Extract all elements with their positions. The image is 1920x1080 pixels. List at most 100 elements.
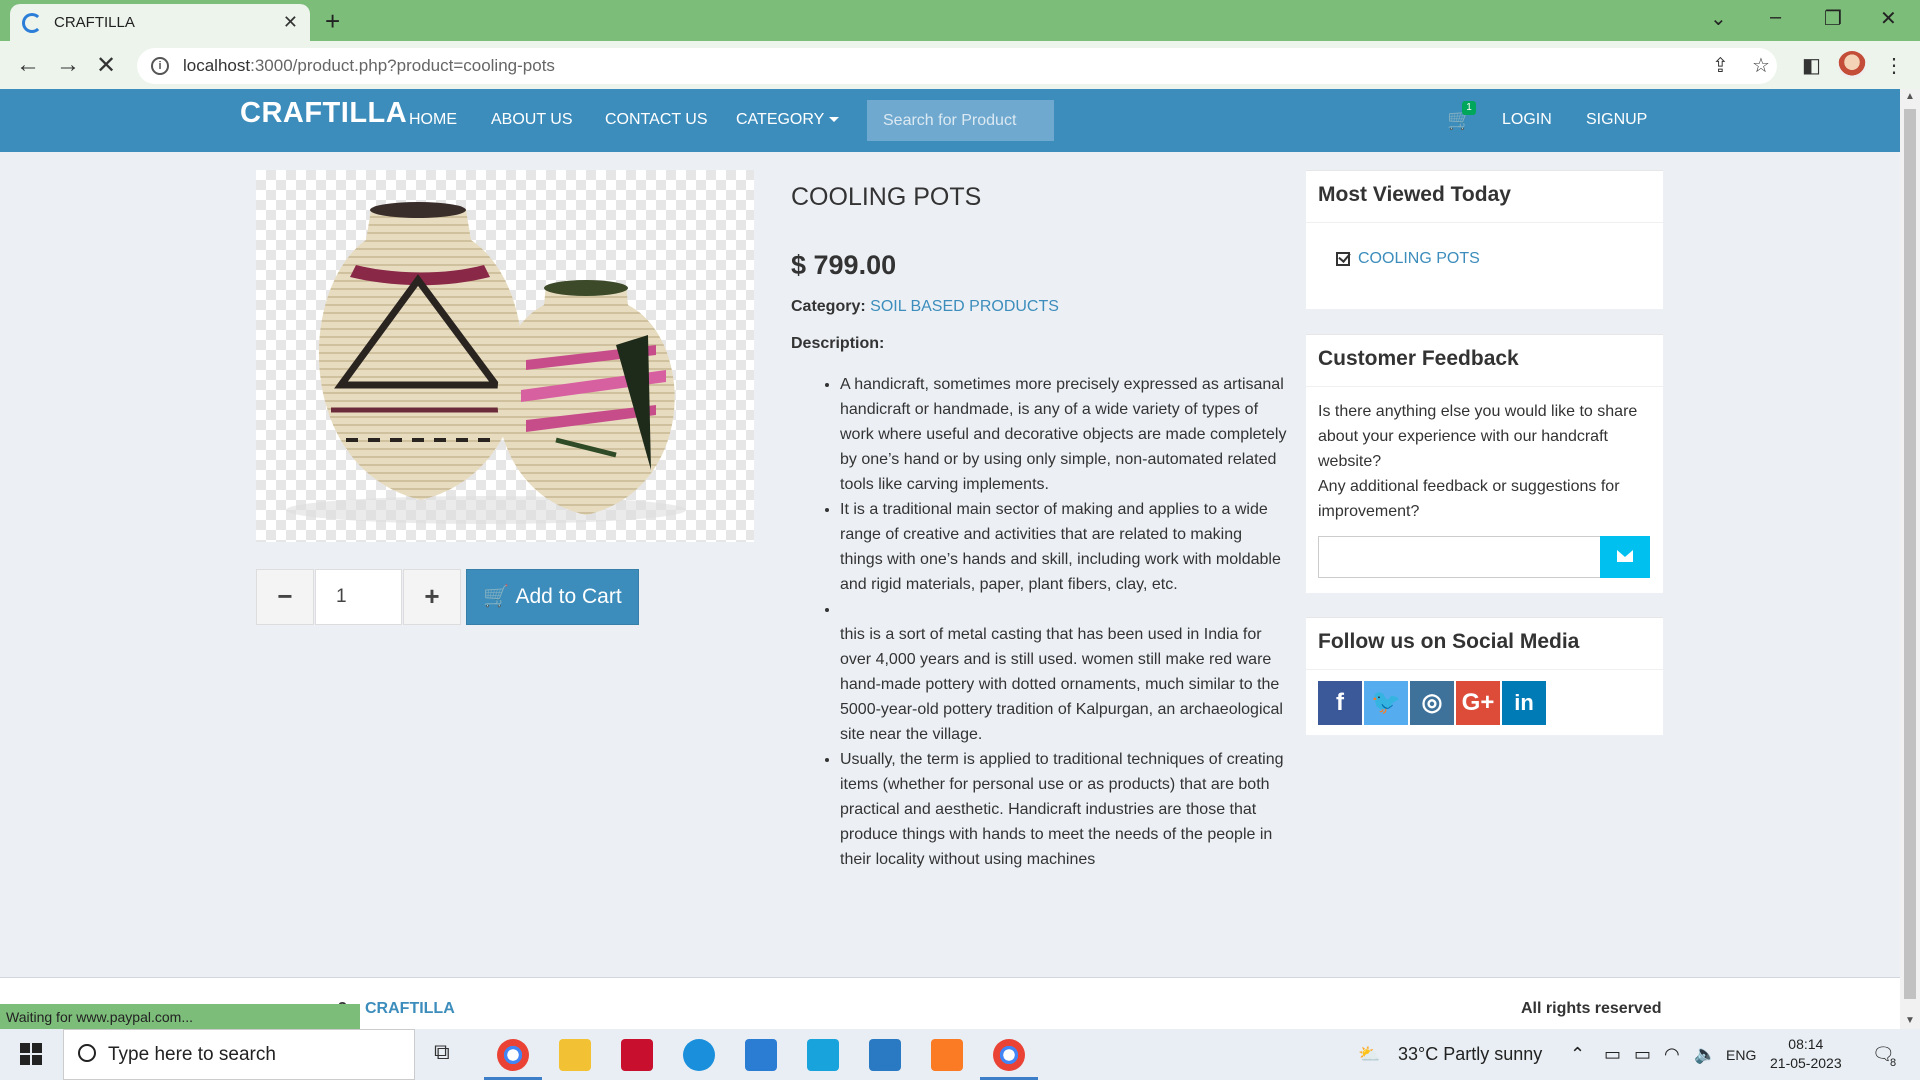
back-icon[interactable]: ← xyxy=(16,51,40,79)
category-link[interactable]: SOIL BASED PRODUCTS xyxy=(870,298,1059,315)
nav-signup[interactable]: SIGNUP xyxy=(1586,111,1647,129)
minimize-icon[interactable]: – xyxy=(1770,6,1781,29)
page-scrollbar[interactable]: ▲ ▼ xyxy=(1900,89,1920,1029)
menu-kebab-icon[interactable]: ⋮ xyxy=(1884,53,1904,78)
meet-icon[interactable]: ▭ xyxy=(1604,1044,1621,1065)
cooling-pots-illustration xyxy=(286,202,686,524)
product-image xyxy=(256,170,754,542)
feedback-input[interactable] xyxy=(1318,536,1602,578)
check-square-icon xyxy=(1336,252,1350,266)
chrome-icon[interactable] xyxy=(497,1039,529,1071)
url-path: :3000/product.php?product=cooling-pots xyxy=(250,56,555,75)
caret-down-icon xyxy=(829,117,840,123)
social-media-box: Follow us on Social Media f 🐦 ◎ G+ in xyxy=(1306,617,1663,735)
product-description-list: A handicraft, sometimes more precisely e… xyxy=(816,372,1288,872)
description-item: this is a sort of metal casting that has… xyxy=(840,626,1283,743)
tray-overflow-icon[interactable]: ⌃ xyxy=(1570,1044,1585,1065)
most-viewed-item[interactable]: COOLING POTS xyxy=(1336,250,1480,268)
most-viewed-title: Most Viewed Today xyxy=(1306,171,1663,223)
description-item: A handicraft, sometimes more precisely e… xyxy=(840,372,1288,497)
close-window-icon[interactable]: ✕ xyxy=(1880,6,1897,31)
side-panel-icon[interactable]: ◧ xyxy=(1802,53,1821,78)
product-category: Category: SOIL BASED PRODUCTS xyxy=(791,298,1059,316)
battery-icon[interactable]: ▭ xyxy=(1634,1044,1651,1065)
add-to-cart-label: Add to Cart xyxy=(515,585,622,608)
product-search-input[interactable] xyxy=(867,100,1054,141)
footer-rights: All rights reserved xyxy=(1521,1000,1662,1017)
description-label: Description: xyxy=(791,335,885,352)
scroll-thumb[interactable] xyxy=(1904,109,1916,999)
social-media-title: Follow us on Social Media xyxy=(1306,618,1663,670)
nav-about-us[interactable]: ABOUT US xyxy=(491,111,573,129)
vscode-icon[interactable] xyxy=(869,1039,901,1071)
product-price: $ 799.00 xyxy=(791,250,897,280)
facebook-icon[interactable]: f xyxy=(1318,681,1362,725)
chrome-profile-icon[interactable] xyxy=(993,1039,1025,1071)
description-item: It is a traditional main sector of makin… xyxy=(840,497,1288,597)
address-bar[interactable]: i localhost:3000/product.php?product=coo… xyxy=(137,48,1777,84)
mcafee-icon[interactable] xyxy=(621,1039,653,1071)
volume-icon[interactable]: 🔈 xyxy=(1694,1044,1716,1065)
bookmark-star-icon[interactable]: ☆ xyxy=(1752,53,1770,78)
windows-start-icon[interactable] xyxy=(20,1043,42,1065)
nav-contact-us[interactable]: CONTACT US xyxy=(605,111,708,129)
taskbar-search-box[interactable]: Type here to search xyxy=(63,1029,415,1080)
quantity-increase-button[interactable]: + xyxy=(403,569,461,625)
new-tab-icon[interactable]: + xyxy=(325,6,340,37)
tab-search-icon[interactable]: ⌄ xyxy=(1710,6,1727,31)
forward-icon[interactable]: → xyxy=(56,51,80,79)
google-plus-icon[interactable]: G+ xyxy=(1456,681,1500,725)
search-icon xyxy=(78,1044,96,1062)
taskbar-search-placeholder: Type here to search xyxy=(108,1043,276,1065)
language-indicator[interactable]: ENG xyxy=(1726,1047,1756,1063)
windows-taskbar: Type here to search ⧉ ⛅ 33°C Partly sunn… xyxy=(0,1029,1920,1080)
site-info-icon[interactable]: i xyxy=(151,57,169,75)
add-to-cart-button[interactable]: 🛒 Add to Cart xyxy=(466,569,639,625)
scroll-down-icon[interactable]: ▼ xyxy=(1905,1015,1915,1026)
file-explorer-icon[interactable] xyxy=(559,1039,591,1071)
cart-icon: 🛒 xyxy=(483,585,510,608)
footer-brand-link[interactable]: CRAFTILLA xyxy=(365,1000,455,1018)
twitter-icon[interactable]: 🐦 xyxy=(1364,681,1408,725)
loading-spinner-icon xyxy=(22,12,42,33)
weather-icon[interactable]: ⛅ xyxy=(1358,1044,1380,1065)
nav-category-label: CATEGORY xyxy=(736,111,825,128)
nav-home[interactable]: HOME xyxy=(409,111,457,129)
instagram-icon[interactable]: ◎ xyxy=(1410,681,1454,725)
scroll-up-icon[interactable]: ▲ xyxy=(1905,91,1915,102)
wifi-icon[interactable]: ◠ xyxy=(1664,1044,1680,1065)
envelope-icon xyxy=(1617,550,1633,562)
profile-avatar[interactable] xyxy=(1838,51,1866,79)
linkedin-icon[interactable]: in xyxy=(1502,681,1546,725)
feedback-question-2: Any additional feedback or suggestions f… xyxy=(1318,478,1620,520)
feedback-prompt: Is there anything else you would like to… xyxy=(1306,387,1663,536)
quantity-input[interactable] xyxy=(315,569,402,625)
notification-count: 8 xyxy=(1890,1057,1897,1069)
site-brand[interactable]: CRAFTILLA xyxy=(240,97,407,130)
xampp-icon[interactable] xyxy=(931,1039,963,1071)
most-viewed-box: Most Viewed Today COOLING POTS xyxy=(1306,170,1663,309)
task-view-icon[interactable]: ⧉ xyxy=(434,1039,466,1071)
most-viewed-item-label: COOLING POTS xyxy=(1358,250,1480,267)
close-tab-icon[interactable]: ✕ xyxy=(283,12,298,33)
tab-title: CRAFTILLA xyxy=(54,14,135,31)
browser-tab-bar: CRAFTILLA ✕ + ⌄ – ❐ ✕ xyxy=(0,0,1920,41)
quantity-decrease-button[interactable]: − xyxy=(256,569,314,625)
edge-icon[interactable] xyxy=(683,1039,715,1071)
browser-tab[interactable]: CRAFTILLA ✕ xyxy=(10,4,310,41)
restore-icon[interactable]: ❐ xyxy=(1824,6,1842,31)
customer-feedback-title: Customer Feedback xyxy=(1306,335,1663,387)
feedback-question-1: Is there anything else you would like to… xyxy=(1318,403,1638,470)
clock-time: 08:14 xyxy=(1788,1036,1824,1052)
taskbar-clock[interactable]: 08:14 21-05-2023 xyxy=(1770,1035,1842,1073)
stop-loading-icon[interactable]: ✕ xyxy=(96,51,116,80)
send-feedback-button[interactable] xyxy=(1600,536,1650,578)
nav-category-dropdown[interactable]: CATEGORY xyxy=(736,111,840,129)
nav-login[interactable]: LOGIN xyxy=(1502,111,1552,129)
share-icon[interactable]: ⇪ xyxy=(1712,53,1729,78)
weather-text[interactable]: 33°C Partly sunny xyxy=(1398,1044,1542,1065)
browser-toolbar: ← → ✕ i localhost:3000/product.php?produ… xyxy=(0,41,1920,89)
mail-icon[interactable] xyxy=(745,1039,777,1071)
l-app-icon[interactable] xyxy=(807,1039,839,1071)
site-navbar: CRAFTILLA HOME ABOUT US CONTACT US CATEG… xyxy=(0,89,1900,152)
